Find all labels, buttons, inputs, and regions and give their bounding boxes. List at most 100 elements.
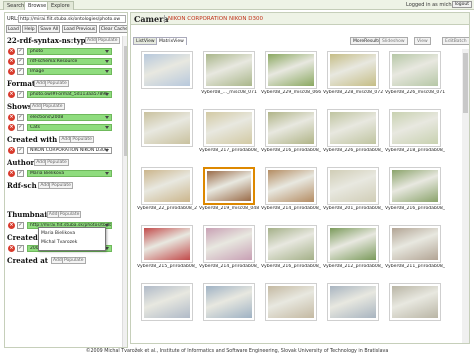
photo-cell[interactable]: Vyber08_..._misc08_071 [199, 49, 259, 105]
remove-icon[interactable]: × [8, 124, 15, 131]
check-icon[interactable]: ✓ [17, 91, 24, 98]
photo-cell[interactable]: Vyber08_214_prirodab08_1 [261, 165, 321, 221]
property-value-field[interactable]: photo [27, 48, 112, 55]
facet-value[interactable]: NIKON CORPORATION NIKON D300 [168, 16, 263, 23]
photo-cell[interactable]: Vyber08_228_misc08_072 [323, 49, 383, 105]
photo-cell[interactable]: Vyber08_217_prirodab08_2 [199, 107, 259, 163]
photo-thumbnail[interactable] [389, 167, 441, 205]
photo-cell[interactable]: Vyber08_216_prirodab08_1 [385, 165, 445, 221]
dropdown-arrow-icon[interactable] [105, 70, 109, 73]
photo-thumbnail[interactable] [327, 51, 379, 89]
photo-thumbnail[interactable] [265, 167, 317, 205]
photo-thumbnail[interactable] [265, 225, 317, 263]
remove-icon[interactable]: × [8, 114, 15, 121]
check-icon[interactable]: ✓ [17, 147, 24, 154]
photo-thumbnail[interactable] [141, 283, 193, 321]
photo-cell[interactable] [199, 281, 259, 337]
left-scrollbar[interactable] [122, 36, 127, 347]
author-option[interactable]: Michal Tvarozek [41, 240, 77, 246]
property-value-field[interactable]: Cats [27, 124, 112, 131]
remove-icon[interactable]: × [8, 58, 15, 65]
remove-icon[interactable]: × [8, 222, 15, 229]
property-value-field[interactable]: photo.owl#Format_5d113aa5789b [27, 91, 112, 98]
photo-thumbnail[interactable] [265, 51, 317, 89]
photo-cell[interactable] [323, 281, 383, 337]
save-all-button[interactable]: Save All [38, 25, 61, 33]
photo-cell[interactable]: Vyber08_226_misc08_071 [385, 49, 445, 105]
dropdown-arrow-icon[interactable] [105, 93, 109, 96]
photo-thumbnail[interactable] [265, 283, 317, 321]
populate-button[interactable]: Populate [96, 37, 120, 44]
remove-icon[interactable]: × [8, 245, 15, 252]
left-scrollbar-thumb[interactable] [124, 46, 127, 156]
property-value-field[interactable]: NIKON CORPORATION NIKON D300 [27, 147, 112, 154]
photo-thumbnail[interactable] [327, 225, 379, 263]
photo-cell[interactable]: Vyber08_216_prirodab08_1 [261, 223, 321, 279]
view-button[interactable]: View [414, 37, 431, 45]
property-value-field[interactable]: Maria Bielikova [27, 170, 112, 177]
tab-matrixview[interactable]: MatrixView [156, 37, 187, 45]
photo-cell[interactable]: Vyber08_215_prirodab08_1 [137, 223, 197, 279]
load-previous-button[interactable]: Load Previous [61, 25, 98, 33]
photo-cell[interactable]: Vyber08_212_prirodab08_1 [323, 223, 383, 279]
check-icon[interactable]: ✓ [17, 222, 24, 229]
edit-batch-button[interactable]: EditBatch [442, 37, 469, 45]
dropdown-arrow-icon[interactable] [105, 50, 109, 53]
photo-cell[interactable] [137, 281, 197, 337]
photo-cell[interactable] [137, 107, 197, 163]
dropdown-arrow-icon[interactable] [105, 149, 109, 152]
dropdown-arrow-icon[interactable] [105, 60, 109, 63]
grid-scrollbar[interactable] [462, 49, 469, 343]
photo-thumbnail[interactable] [203, 283, 255, 321]
photo-cell[interactable]: Vyber08_218_prirodab08_2 [385, 107, 445, 163]
photo-thumbnail[interactable] [203, 167, 255, 205]
photo-thumbnail[interactable] [327, 109, 379, 147]
photo-cell[interactable]: Vyber08_216_prirodab08_2 [261, 107, 321, 163]
photo-thumbnail[interactable] [141, 51, 193, 89]
load-button[interactable]: Load [6, 25, 21, 33]
photo-thumbnail[interactable] [141, 167, 193, 205]
populate-button[interactable]: Populate [41, 103, 65, 110]
tab-listview[interactable]: ListView [133, 37, 158, 45]
photo-thumbnail[interactable] [389, 283, 441, 321]
help-button[interactable]: Help [22, 25, 37, 33]
check-icon[interactable]: ✓ [17, 58, 24, 65]
populate-button[interactable]: Populate [62, 257, 86, 264]
photo-thumbnail[interactable] [327, 283, 379, 321]
check-icon[interactable]: ✓ [17, 68, 24, 75]
photo-cell[interactable]: Vyber08_22_prirodab08_2 [137, 165, 197, 221]
photo-cell[interactable] [385, 281, 445, 337]
remove-icon[interactable]: × [8, 170, 15, 177]
remove-icon[interactable]: × [8, 147, 15, 154]
photo-cell[interactable]: Vyber08_201_prirodab08_1 [323, 165, 383, 221]
photo-cell[interactable] [261, 281, 321, 337]
dropdown-arrow-icon[interactable] [105, 116, 109, 119]
photo-thumbnail[interactable] [389, 225, 441, 263]
photo-thumbnail[interactable] [203, 51, 255, 89]
grid-scrollbar-thumb[interactable] [463, 53, 468, 113]
check-icon[interactable]: ✓ [17, 48, 24, 55]
tab-explore[interactable]: Explore [47, 1, 74, 10]
populate-button[interactable]: Populate [49, 182, 73, 189]
photo-cell[interactable] [137, 49, 197, 105]
remove-icon[interactable]: × [8, 68, 15, 75]
photo-cell[interactable]: Vyber08_226_prirodab08_2 [323, 107, 383, 163]
photo-cell[interactable]: Vyber08_214_prirodab08_1 [199, 223, 259, 279]
url-input[interactable]: http://mirai.fiit.stuba.sk/ontologies/ph… [18, 15, 126, 23]
photo-thumbnail[interactable] [141, 225, 193, 263]
logout-button[interactable]: logout [451, 1, 472, 8]
populate-button[interactable]: Populate [45, 80, 69, 87]
populate-button[interactable]: Populate [45, 159, 69, 166]
dropdown-arrow-icon[interactable] [105, 126, 109, 129]
check-icon[interactable]: ✓ [17, 114, 24, 121]
property-value-field[interactable]: elections\2008 [27, 114, 112, 121]
property-value-field[interactable]: rdf-schema:Resource [27, 58, 112, 65]
photo-thumbnail[interactable] [327, 167, 379, 205]
remove-icon[interactable]: × [8, 91, 15, 98]
photo-thumbnail[interactable] [203, 225, 255, 263]
photo-cell[interactable]: Vyber08_229_misc08_066 [261, 49, 321, 105]
property-value-field[interactable]: Image [27, 68, 112, 75]
check-icon[interactable]: ✓ [17, 245, 24, 252]
clear-cache-button[interactable]: Clear Cache [98, 25, 127, 33]
remove-icon[interactable]: × [8, 48, 15, 55]
